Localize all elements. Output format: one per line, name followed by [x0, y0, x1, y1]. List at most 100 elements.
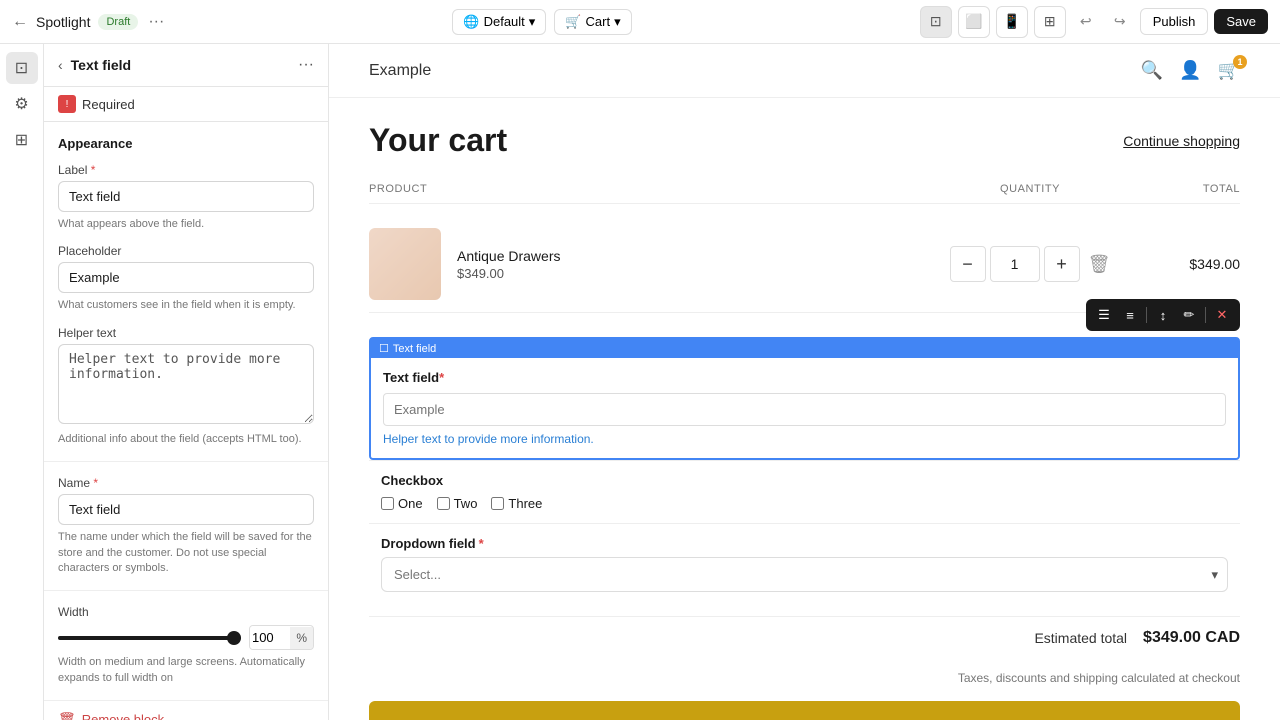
qty-decrease-button[interactable]: − — [950, 246, 986, 282]
label-field-label: Label * — [58, 163, 314, 177]
text-field-wrapper: ☰ ≡ ↕ ✏ ✕ ☐ Text field — [369, 337, 1240, 460]
checkbox-field-label: Checkbox — [381, 473, 1228, 488]
dropdown-field-label: Dropdown field * — [381, 536, 1228, 551]
width-section: Width % Width on medium and large screen… — [44, 591, 328, 701]
helper-text-input[interactable]: Helper text to provide more information. — [58, 344, 314, 424]
width-row: % — [58, 625, 314, 650]
nav-more-icon[interactable]: ··· — [148, 13, 164, 31]
tf-input[interactable] — [383, 393, 1226, 426]
width-label: Width — [58, 605, 314, 619]
top-nav: ← Spotlight Draft ··· 🌐 Default ▾ 🛒 Cart… — [0, 0, 1280, 44]
nav-default-label: Default — [484, 14, 525, 29]
mobile-view-button[interactable]: 📱 — [996, 6, 1028, 38]
nav-back-icon[interactable]: ← — [12, 13, 28, 31]
chevron-down-icon: ▾ — [529, 14, 536, 30]
cart-item-name: Antique Drawers — [457, 248, 940, 264]
width-hint: Width on medium and large screens. Autom… — [58, 655, 314, 686]
appearance-title: Appearance — [58, 136, 314, 151]
tablet-view-button[interactable]: ⬜ — [958, 6, 990, 38]
helper-text-hint: Additional info about the field (accepts… — [58, 432, 314, 447]
checkbox-one-label: One — [398, 496, 423, 511]
name-input[interactable] — [58, 494, 314, 525]
nav-default-button[interactable]: 🌐 Default ▾ — [452, 9, 546, 35]
panel-title: Text field — [71, 57, 290, 73]
name-hint: The name under which the field will be s… — [58, 530, 314, 576]
cart-table-header: PRODUCT QUANTITY TOTAL — [369, 175, 1240, 204]
trash-icon: 🗑 — [58, 711, 76, 720]
toolbar-delete[interactable]: ✕ — [1210, 303, 1234, 327]
quantity-col-header: QUANTITY — [940, 183, 1120, 195]
nav-cart-button[interactable]: 🛒 Cart ▾ — [554, 9, 631, 35]
custom-view-button[interactable]: ⊞ — [1034, 6, 1066, 38]
estimated-total-label: Estimated total — [1034, 630, 1127, 646]
panel-more-icon[interactable]: ··· — [298, 56, 314, 74]
cart-icon: 🛒 — [565, 14, 581, 30]
delete-item-icon[interactable]: 🗑 — [1088, 254, 1111, 275]
nav-draft-badge: Draft — [98, 14, 138, 30]
dropdown-select-wrap: Select... ▾ — [381, 557, 1228, 592]
placeholder-field-label: Placeholder — [58, 244, 314, 258]
nav-apps-icon[interactable]: ⊞ — [6, 124, 38, 156]
nav-blocks-icon[interactable]: ⊡ — [6, 52, 38, 84]
store-header: Example 🔍 👤 🛒 1 — [329, 44, 1280, 98]
item-image-placeholder — [369, 228, 441, 300]
cart-icon[interactable]: 🛒 1 — [1218, 60, 1240, 81]
toolbar-divider-1 — [1146, 307, 1147, 323]
checkbox-three-label: Three — [508, 496, 542, 511]
tf-label: Text field* — [383, 370, 1226, 385]
icon-nav: ⊡ ⚙ ⊞ — [0, 44, 44, 720]
cart-title: Your cart — [369, 122, 507, 159]
estimated-total-row: Estimated total $349.00 CAD — [369, 616, 1240, 659]
qty-increase-button[interactable]: + — [1044, 246, 1080, 282]
publish-button[interactable]: Publish — [1140, 8, 1209, 35]
cart-item-image — [369, 228, 441, 300]
text-field-popup-header: ☐ Text field — [371, 339, 1238, 358]
remove-block-button[interactable]: 🗑 Remove block — [44, 701, 328, 720]
checkbox-options: One Two Three — [381, 496, 1228, 511]
toolbar-align-justify[interactable]: ≡ — [1118, 303, 1142, 327]
text-field-popup-label: Text field — [393, 343, 436, 355]
width-number-input[interactable] — [250, 626, 290, 649]
checkbox-field: Checkbox One Two Three — [369, 460, 1240, 523]
toolbar-move[interactable]: ↕ — [1151, 303, 1175, 327]
chevron-down-icon-2: ▾ — [614, 14, 621, 30]
checkout-button[interactable]: Check out — [369, 701, 1240, 720]
helper-text-field-label: Helper text — [58, 326, 314, 340]
name-section: Name * The name under which the field wi… — [44, 462, 328, 591]
panel-back-icon[interactable]: ‹ — [58, 57, 63, 73]
cart-top-row: Your cart Continue shopping — [369, 122, 1240, 159]
cart-item-details: Antique Drawers $349.00 — [457, 248, 940, 281]
right-preview: Example 🔍 👤 🛒 1 Your cart Continue shopp… — [329, 44, 1280, 720]
cart-taxes-note: Taxes, discounts and shipping calculated… — [329, 671, 1280, 685]
preview-inner: Example 🔍 👤 🛒 1 Your cart Continue shopp… — [329, 44, 1280, 720]
desktop-view-button[interactable]: ⊡ — [920, 6, 952, 38]
checkbox-two-input[interactable] — [437, 497, 450, 510]
checkbox-three-input[interactable] — [491, 497, 504, 510]
checkbox-one-input[interactable] — [381, 497, 394, 510]
tf-helper: Helper text to provide more information. — [383, 432, 1226, 446]
undo-button[interactable]: ↩ — [1072, 8, 1100, 36]
cart-item-price: $349.00 — [457, 266, 940, 281]
dropdown-select[interactable]: Select... — [381, 557, 1228, 592]
redo-button[interactable]: ↪ — [1106, 8, 1134, 36]
nav-settings-icon[interactable]: ⚙ — [6, 88, 38, 120]
continue-shopping-link[interactable]: Continue shopping — [1123, 133, 1240, 149]
field-toolbar: ☰ ≡ ↕ ✏ ✕ — [1086, 299, 1240, 331]
nav-cart-label: Cart — [586, 14, 611, 29]
width-slider[interactable] — [58, 636, 241, 640]
text-field-popup-body: Text field* Helper text to provide more … — [371, 358, 1238, 458]
left-panel: ‹ Text field ··· ! Required Appearance L… — [44, 44, 329, 720]
save-button[interactable]: Save — [1214, 9, 1268, 34]
panel-required-row: ! Required — [44, 87, 328, 122]
nav-center: 🌐 Default ▾ 🛒 Cart ▾ — [452, 9, 631, 35]
placeholder-input[interactable] — [58, 262, 314, 293]
toolbar-align-left[interactable]: ☰ — [1092, 303, 1116, 327]
toolbar-edit[interactable]: ✏ — [1177, 303, 1201, 327]
width-input-wrap: % — [249, 625, 314, 650]
search-icon[interactable]: 🔍 — [1141, 60, 1163, 81]
main-layout: ⊡ ⚙ ⊞ ‹ Text field ··· ! Required Appear… — [0, 44, 1280, 720]
account-icon[interactable]: 👤 — [1179, 60, 1201, 81]
toolbar-divider-2 — [1205, 307, 1206, 323]
label-input[interactable] — [58, 181, 314, 212]
checkbox-two-label: Two — [454, 496, 478, 511]
